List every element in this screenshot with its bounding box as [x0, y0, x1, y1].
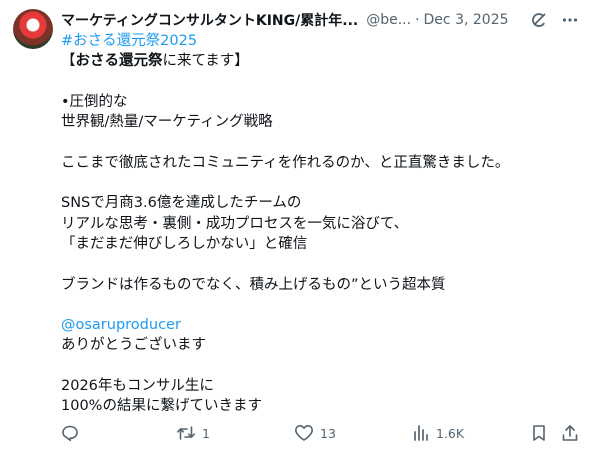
bookmark-icon [530, 424, 548, 442]
body-line: •圧倒的な [61, 93, 128, 110]
heart-icon [294, 424, 314, 442]
heading-line: 【おさる還元祭に来てます】 [61, 51, 576, 71]
body-line: 「まだまだ伸びしろしかない」と確信 [61, 235, 308, 252]
bookmark-button[interactable] [530, 424, 548, 442]
views-icon [412, 424, 430, 442]
author-handle[interactable]: @be... [366, 12, 411, 28]
body-line: 2026年もコンサル生に [61, 378, 214, 395]
action-bar: 1 13 1.6K [61, 424, 581, 444]
mention-link[interactable]: @osaruproducer [61, 317, 181, 333]
avatar[interactable] [13, 9, 53, 49]
grok-icon[interactable] [530, 11, 548, 29]
like-count: 13 [320, 425, 336, 441]
post-date[interactable]: Dec 3, 2025 [424, 12, 509, 28]
repost-icon [176, 424, 196, 442]
share-icon [561, 424, 579, 442]
reply-icon [61, 424, 79, 442]
event-name: おさる還元祭 [75, 53, 163, 70]
heading-rest: に来てます】 [162, 53, 249, 70]
hashtag-link[interactable]: #おさる還元祭2025 [61, 33, 197, 49]
body-line: ここまで徹底されたコミュニティを作れるのか、と正直驚きました。 [61, 154, 510, 171]
tweet: マーケティングコンサルタントKING/累計年... @be... · Dec 3… [0, 0, 590, 452]
separator-dot: · [415, 12, 420, 28]
body-line: 100%の結果に繋げていきます [61, 398, 262, 415]
tweet-header: マーケティングコンサルタントKING/累計年... @be... · Dec 3… [61, 10, 581, 30]
body-line: SNSで月商3.6億を達成したチームの [61, 195, 302, 212]
share-button[interactable] [561, 424, 579, 442]
repost-button[interactable]: 1 [176, 424, 210, 442]
body-line: ブランドは作るものでなく、積み上げるもの”という超本質 [61, 276, 446, 293]
body-line: 世界観/熱量/マーケティング戦略 [61, 114, 273, 131]
body-line: ありがとうございます [61, 337, 206, 354]
bracket-open: 【 [61, 53, 76, 70]
more-options-icon[interactable] [561, 11, 579, 29]
reply-button[interactable] [61, 424, 79, 442]
views-count: 1.6K [436, 425, 465, 441]
author-name[interactable]: マーケティングコンサルタントKING/累計年... [61, 10, 358, 30]
views-button[interactable]: 1.6K [412, 424, 464, 442]
repost-count: 1 [202, 425, 210, 441]
like-button[interactable]: 13 [294, 424, 336, 442]
body-line: リアルな思考・裏側・成功プロセスを一気に浴びて、 [61, 215, 409, 232]
tweet-body: #おさる還元祭2025 【おさる還元祭に来てます】 •圧倒的な 世界観/熱量/マ… [61, 31, 576, 417]
